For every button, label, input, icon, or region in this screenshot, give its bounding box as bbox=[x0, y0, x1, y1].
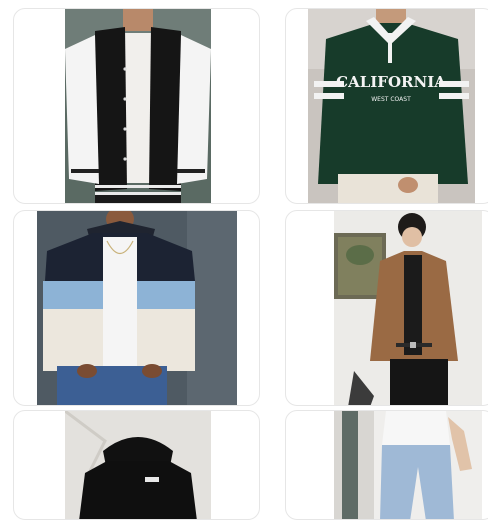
shirt-print-title: CALIFORNIA bbox=[336, 73, 446, 91]
product-card[interactable] bbox=[13, 210, 260, 406]
product-image[interactable] bbox=[65, 9, 211, 203]
product-card[interactable] bbox=[285, 210, 488, 406]
shirt-print-subtitle: WEST COAST bbox=[371, 96, 411, 103]
product-grid: CALIFORNIA WEST COAST bbox=[0, 0, 488, 520]
product-card[interactable]: CALIFORNIA WEST COAST bbox=[285, 8, 488, 204]
product-image[interactable] bbox=[37, 211, 237, 405]
product-image[interactable]: CALIFORNIA WEST COAST bbox=[308, 9, 475, 203]
product-image[interactable] bbox=[334, 211, 482, 405]
product-card[interactable] bbox=[13, 8, 260, 204]
